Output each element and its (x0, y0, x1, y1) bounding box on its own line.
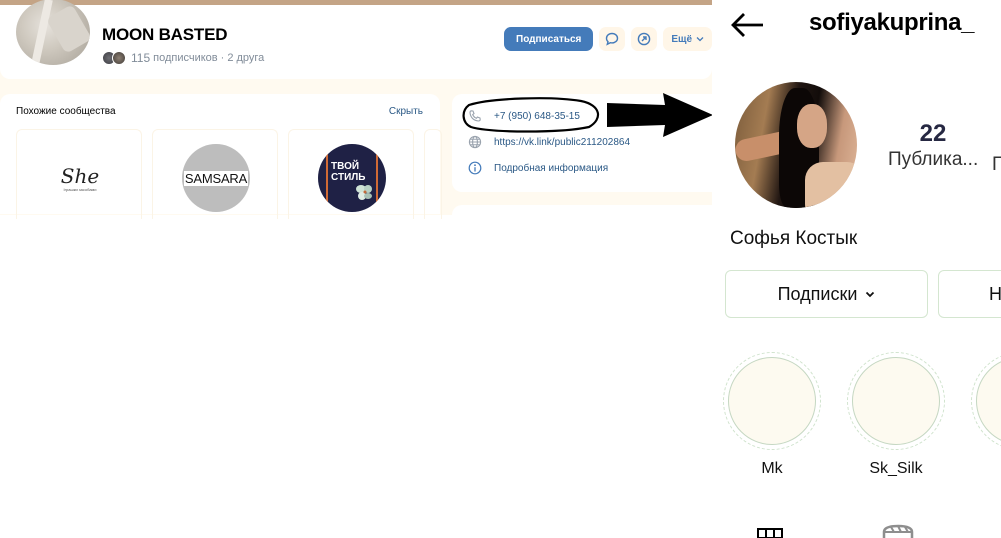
message-button[interactable] (599, 27, 626, 51)
community-meta: 115 подписчиков · 2 друга (102, 51, 264, 65)
posts-count: 22 (919, 120, 947, 147)
contacts-block: +7 (950) 648-35-15 https://vk.link/publi… (452, 94, 712, 192)
header-actions: Подписаться Ещё (504, 27, 712, 51)
friends-link[interactable]: 2 друга (227, 52, 264, 64)
speech-bubble-icon (606, 32, 619, 46)
story-highlight[interactable]: Sk_Silk (847, 352, 945, 478)
posts-stat[interactable]: 22 Публика... (888, 120, 978, 171)
friend-avatar[interactable] (112, 51, 126, 65)
globe-icon (468, 135, 482, 149)
similar-card[interactable] (424, 129, 442, 219)
details-link[interactable]: Подробная информация (494, 163, 608, 174)
community-logo[interactable]: She Іграшки засобами (46, 144, 114, 212)
logo-subtext: Іграшки засобами (63, 187, 97, 192)
meta-separator: · (220, 52, 225, 64)
phone-number[interactable]: +7 (950) 648-35-15 (494, 111, 580, 122)
share-arrow-icon (638, 32, 651, 46)
grid-icon[interactable] (757, 528, 783, 538)
community-link[interactable]: https://vk.link/public211202864 (494, 137, 630, 148)
story-highlight[interactable]: Mk (723, 352, 821, 478)
similar-card[interactable]: SAMSARA (152, 129, 278, 219)
logo-text-line: ТВОЙ (331, 161, 360, 172)
avatar-detail (805, 162, 857, 208)
share-button[interactable] (631, 27, 658, 51)
community-header: MOON BASTED 115 подписчиков · 2 друга По… (0, 0, 712, 79)
profile-display-name: Софья Костык (730, 228, 858, 249)
profile-username: sofiyakuprina_ (809, 9, 975, 36)
flower-icon (356, 185, 372, 200)
highlight-ring (723, 352, 821, 450)
following-button[interactable]: Подписки (725, 270, 928, 318)
highlight-ring (971, 352, 1001, 450)
story-highlight[interactable]: C (971, 352, 1001, 478)
info-icon (468, 161, 482, 175)
similar-card[interactable]: ТВОЙ СТИЛЬ (288, 129, 414, 219)
highlight-label: Sk_Silk (869, 460, 923, 477)
following-label: Подписки (777, 283, 858, 304)
followers-label-partial[interactable]: П (992, 154, 1001, 176)
subscribers-count[interactable]: 115 (131, 51, 150, 65)
posts-label: Публика... (888, 149, 979, 170)
chevron-down-icon (866, 291, 875, 297)
highlight-label: C (971, 460, 1001, 478)
link-row[interactable]: https://vk.link/public211202864 (468, 135, 630, 149)
logo-text: SAMSARA (183, 170, 249, 186)
highlight-label: Mk (761, 460, 783, 477)
logo-text: She (60, 164, 100, 188)
highlight-cover (728, 357, 816, 445)
community-name: MOON BASTED (102, 25, 228, 44)
similar-cards: She Іграшки засобами SAMSARA ТВОЙ СТИЛЬ (16, 129, 442, 219)
phone-icon (469, 110, 481, 122)
next-block (452, 205, 712, 215)
highlight-cover (976, 357, 1001, 445)
more-label: Ещё (671, 33, 693, 45)
subscribers-label[interactable]: подписчиков (153, 52, 218, 64)
similar-card[interactable]: She Іграшки засобами (16, 129, 142, 219)
hide-similar-button[interactable]: Скрыть (389, 106, 423, 117)
reels-icon[interactable] (882, 524, 914, 538)
logo-text: ТВОЙ СТИЛЬ (331, 161, 365, 183)
community-avatar[interactable] (16, 0, 90, 65)
avatar-detail (797, 104, 827, 148)
message-label: Н (989, 283, 1001, 304)
details-row[interactable]: Подробная информация (468, 161, 608, 175)
highlight-cover (852, 357, 940, 445)
highlight-ring (847, 352, 945, 450)
back-arrow-icon[interactable] (730, 10, 766, 40)
vk-community-page: MOON BASTED 115 подписчиков · 2 друга По… (0, 0, 712, 538)
profile-avatar[interactable] (735, 82, 857, 208)
community-logo[interactable]: SAMSARA (182, 144, 250, 212)
more-button[interactable]: Ещё (663, 27, 712, 51)
subscribe-button[interactable]: Подписаться (504, 27, 594, 51)
instagram-profile: sofiyakuprina_ 22 Публика... П Софья Кос… (712, 0, 1001, 538)
phone-row[interactable]: +7 (950) 648-35-15 (468, 109, 580, 123)
message-button[interactable]: Н (938, 270, 1001, 318)
chevron-down-icon (696, 37, 704, 42)
similar-communities: Похожие сообщества Скрыть She Іграшки за… (0, 94, 442, 219)
similar-title: Похожие сообщества (16, 106, 116, 117)
community-logo[interactable]: ТВОЙ СТИЛЬ (318, 144, 386, 212)
